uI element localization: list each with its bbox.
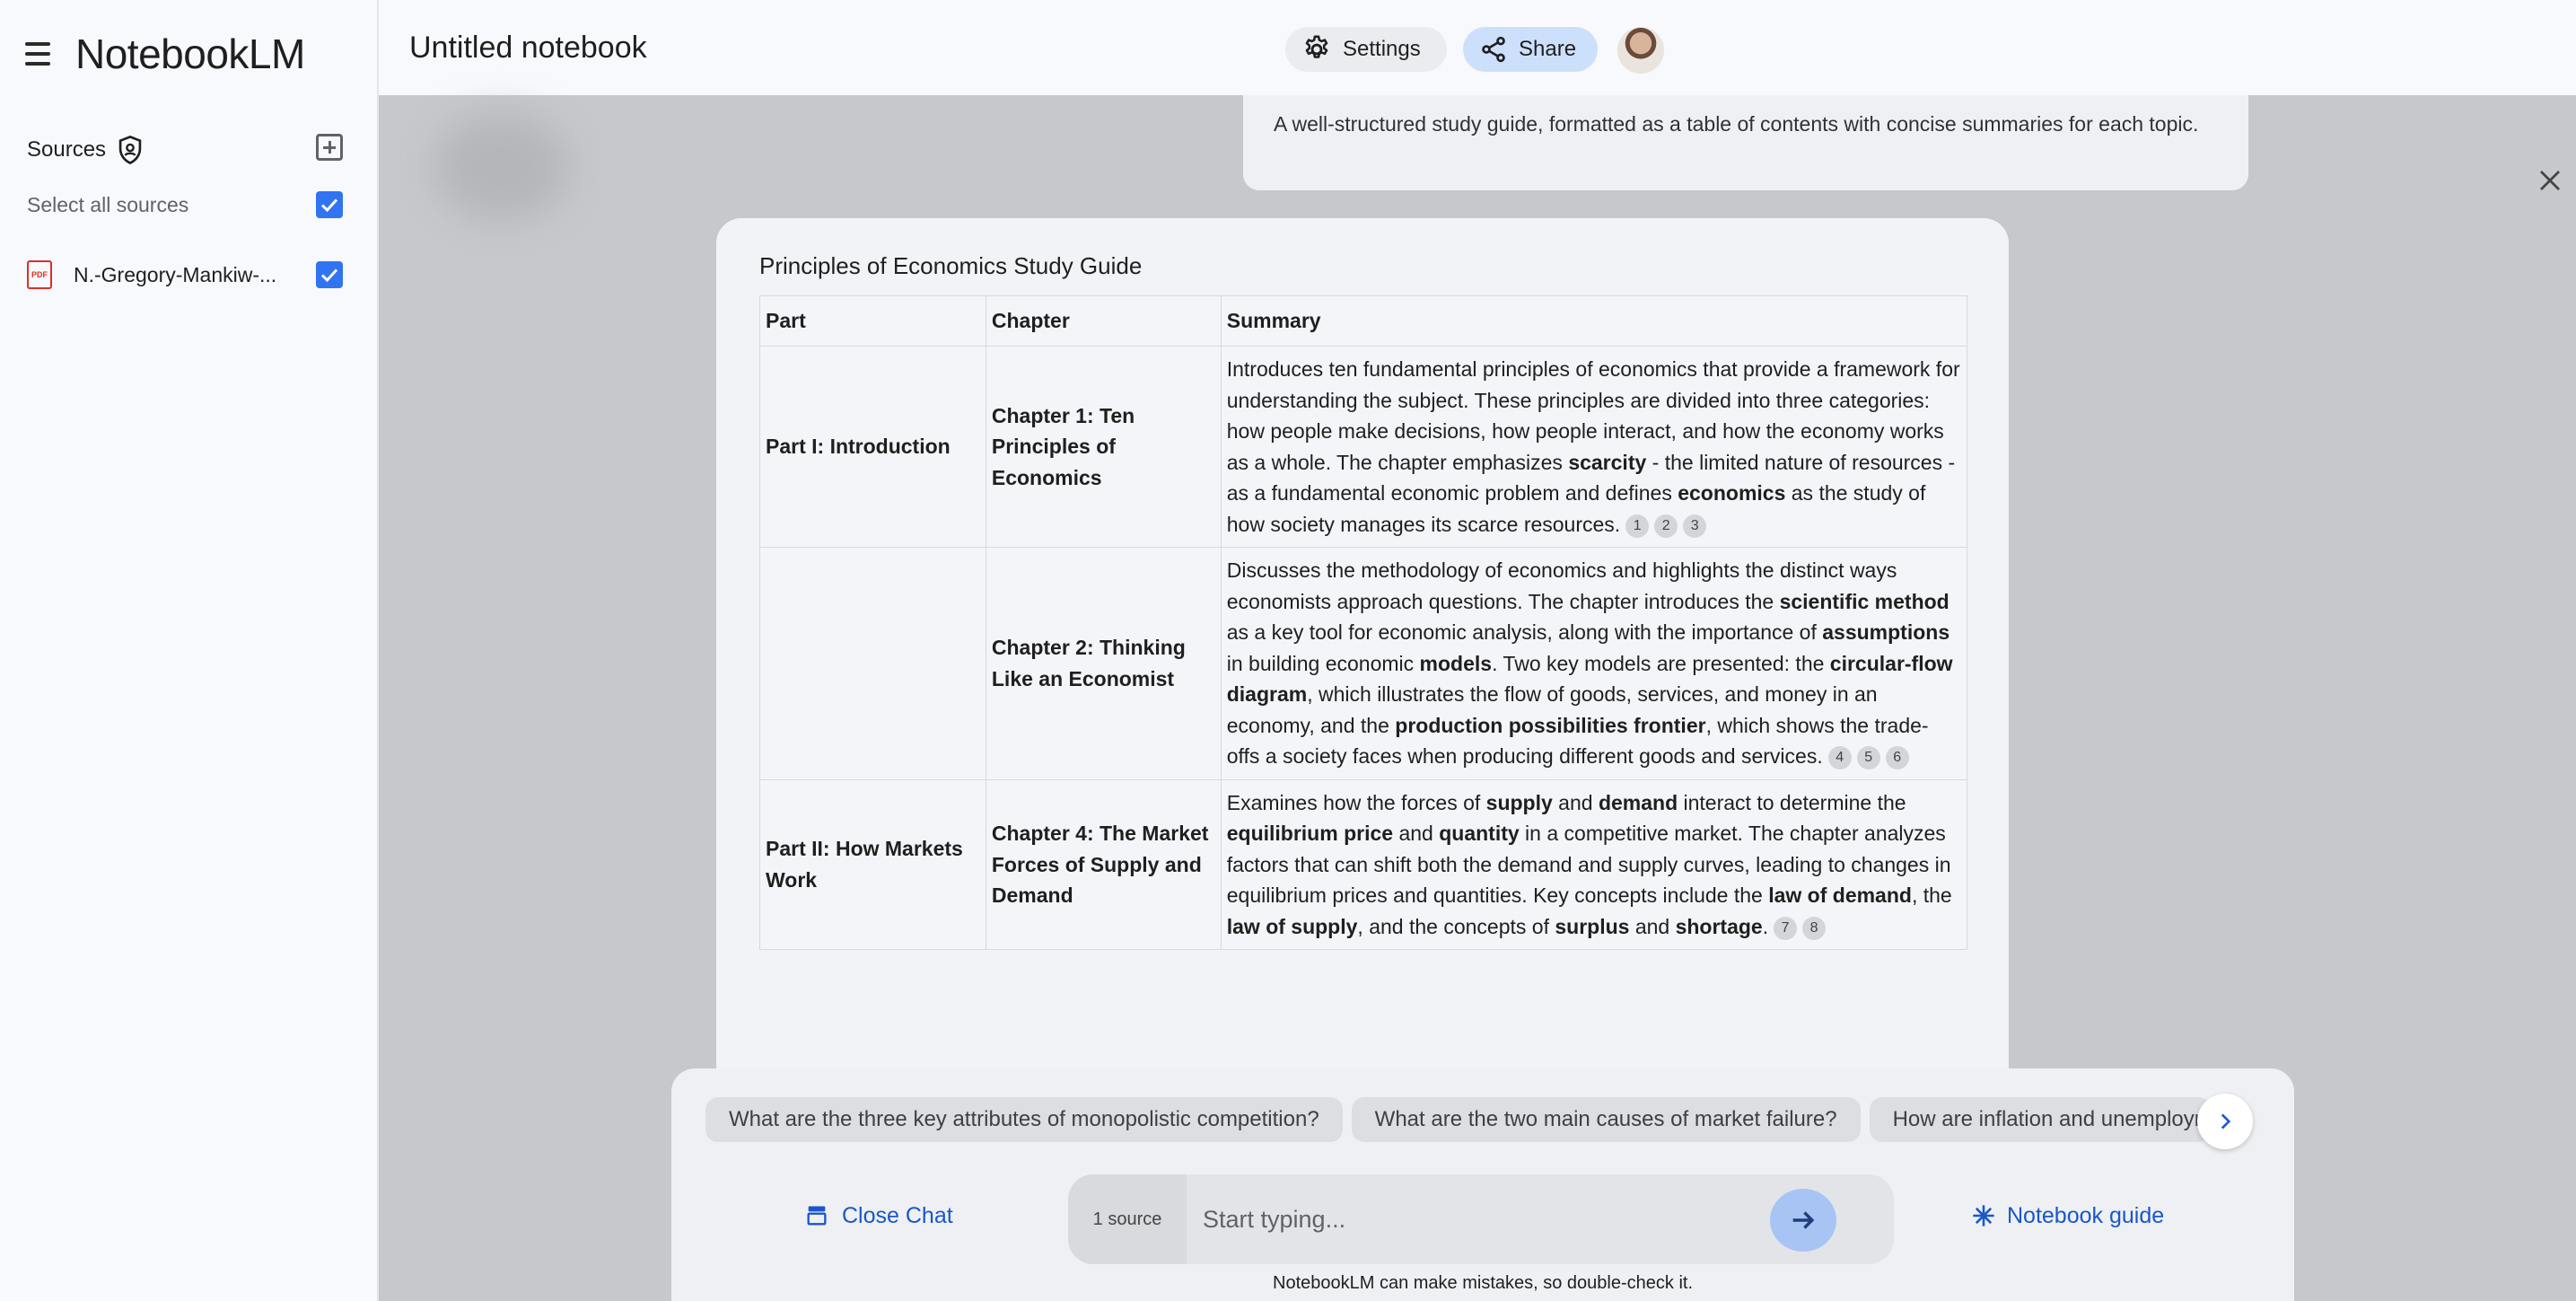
summary-keyword: assumptions [1822, 620, 1950, 644]
brand: NotebookLM [25, 27, 305, 81]
check-icon [320, 268, 338, 283]
background-blur [434, 113, 569, 221]
summary-keyword: law of demand [1768, 883, 1912, 907]
study-guide-table: Part Chapter Summary Part I: Introductio… [759, 295, 1968, 950]
summary-text: , the [1911, 883, 1952, 907]
chat-panel-icon [807, 1206, 827, 1226]
table-row: Part I: Introduction Chapter 1: Ten Princ… [759, 346, 1968, 548]
chat-panel: What are the three key attributes of mon… [671, 1068, 2294, 1301]
summary-keyword: demand [1598, 790, 1678, 814]
summary-text: and [1629, 914, 1676, 938]
check-icon [320, 198, 338, 213]
table-row: Chapter 2: Thinking Like an Economist Dis… [759, 547, 1968, 780]
citation-badge[interactable]: 3 [1683, 514, 1707, 538]
gear-icon [1305, 35, 1328, 58]
avatar[interactable] [1617, 27, 1664, 74]
study-guide-title: Principles of Economics Study Guide [759, 252, 1143, 279]
sidebar: NotebookLM Sources Select all sources PD… [0, 0, 379, 1301]
part-cell [759, 547, 986, 780]
select-all-label: Select all sources [27, 192, 189, 216]
arrow-right-icon [1792, 1211, 1815, 1229]
summary-text: and [1552, 790, 1599, 814]
summary-text: . [1762, 914, 1769, 938]
summary-text: in building economic [1226, 651, 1420, 675]
close-chat-label: Close Chat [842, 1202, 953, 1228]
table-row: Part II: How Markets Work Chapter 4: The … [759, 778, 1968, 950]
summary-cell: Introduces ten fundamental principles of… [1220, 346, 1968, 548]
sources-header: Sources [27, 130, 350, 170]
summary-keyword: quantity [1439, 822, 1520, 845]
notebook-title[interactable]: Untitled notebook [409, 31, 647, 66]
summary-text: as a key tool for economic analysis, alo… [1226, 620, 1823, 644]
close-icon[interactable] [2537, 167, 2563, 194]
summary-keyword: law of supply [1226, 914, 1358, 938]
summary-keyword: models [1419, 651, 1493, 675]
chat-input-wrapper: 1 source [1068, 1174, 1894, 1264]
summary-keyword: equilibrium price [1226, 822, 1394, 845]
summary-text: Examines how the forces of [1226, 790, 1486, 814]
suggestion-chip[interactable]: How are inflation and unemploym [1869, 1097, 2211, 1142]
citation-badge[interactable]: 5 [1856, 746, 1880, 769]
next-suggestions-button[interactable] [2197, 1094, 2253, 1149]
citation-badge[interactable]: 7 [1774, 916, 1798, 940]
source-item[interactable]: PDF N.-Gregory-Mankiw-... [27, 255, 350, 294]
disclaimer-text: NotebookLM can make mistakes, so double-… [1273, 1273, 1693, 1293]
chevron-right-icon [2221, 1113, 2231, 1130]
source-count-badge[interactable]: 1 source [1068, 1174, 1187, 1264]
app-title: NotebookLM [75, 31, 305, 77]
topbar: Untitled notebook Settings Share [379, 0, 2576, 95]
select-all-checkbox[interactable] [316, 191, 343, 218]
citation-badge[interactable]: 2 [1654, 514, 1678, 538]
suggestion-chip[interactable]: What are the two main causes of market f… [1351, 1097, 1861, 1142]
chapter-cell: Chapter 4: The Market Forces of Supply a… [985, 778, 1222, 950]
share-icon [1482, 36, 1505, 63]
citation-badge[interactable]: 4 [1827, 746, 1852, 769]
column-header: Part [759, 295, 986, 347]
summary-cell: Discusses the methodology of economics a… [1220, 547, 1968, 780]
column-header: Summary [1220, 295, 1968, 347]
citation-badge[interactable]: 1 [1625, 514, 1650, 538]
summary-keyword: supply [1485, 790, 1553, 814]
notebook-guide-button[interactable]: Notebook guide [1971, 1198, 2164, 1234]
suggestion-chips: What are the three key attributes of mon… [705, 1097, 2231, 1144]
summary-keyword: shortage [1675, 914, 1763, 938]
sources-label: Sources [27, 137, 107, 162]
share-label: Share [1519, 37, 1577, 61]
summary-text: and [1393, 822, 1440, 845]
chapter-cell: Chapter 2: Thinking Like an Economist [985, 547, 1222, 780]
notebook-guide-label: Notebook guide [2007, 1202, 2165, 1228]
summary-keyword: economics [1678, 481, 1786, 505]
prompt-message: A well-structured study guide, formatted… [1243, 95, 2248, 190]
part-cell: Part I: Introduction [759, 346, 986, 548]
sparkle-icon [1973, 1205, 1994, 1226]
pdf-icon: PDF [27, 260, 52, 289]
citation-badge[interactable]: 8 [1802, 916, 1827, 940]
chat-input[interactable] [1203, 1197, 1741, 1242]
send-button[interactable] [1770, 1189, 1836, 1252]
summary-text: interact to determine the [1678, 790, 1906, 814]
citation-badge[interactable]: 6 [1885, 746, 1909, 769]
source-item-label: N.-Gregory-Mankiw-... [74, 262, 277, 286]
summary-text: , and the concepts of [1357, 914, 1555, 938]
source-checkbox[interactable] [316, 261, 343, 288]
shield-icon [118, 135, 142, 165]
column-header: Chapter [985, 295, 1222, 347]
summary-keyword: production possibilities frontier [1395, 713, 1706, 737]
select-all-row[interactable]: Select all sources [27, 187, 350, 223]
summary-keyword: scarcity [1568, 450, 1647, 474]
table-header-row: Part Chapter Summary [759, 295, 1968, 347]
summary-keyword: surplus [1555, 914, 1630, 938]
share-button[interactable]: Share [1463, 27, 1598, 72]
settings-button[interactable]: Settings [1285, 27, 1447, 72]
add-source-icon[interactable] [316, 134, 343, 161]
suggestion-chip[interactable]: What are the three key attributes of mon… [705, 1097, 1343, 1142]
summary-keyword: scientific method [1779, 589, 1950, 613]
part-cell: Part II: How Markets Work [759, 778, 986, 950]
menu-icon[interactable] [25, 38, 57, 70]
chapter-cell: Chapter 1: Ten Principles of Economics [985, 346, 1222, 548]
summary-text: . Two key models are presented: the [1492, 651, 1830, 675]
close-chat-button[interactable]: Close Chat [804, 1198, 953, 1234]
settings-label: Settings [1343, 37, 1421, 61]
summary-cell: Examines how the forces of supply and de… [1220, 778, 1968, 950]
